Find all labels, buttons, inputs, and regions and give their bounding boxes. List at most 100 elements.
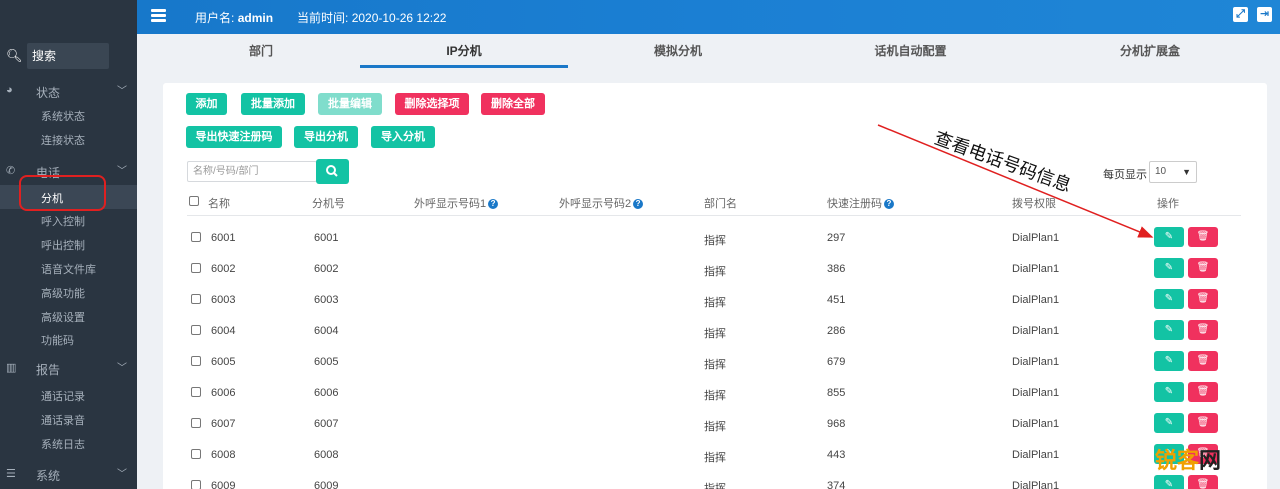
delete-button[interactable]: 🗑︎ [1188, 413, 1218, 433]
cell-dial-permission: DialPlan1 [1012, 325, 1060, 337]
cell-dial-permission: DialPlan1 [1012, 387, 1060, 399]
edit-button[interactable]: ✎ [1154, 351, 1184, 371]
cell-name: 6004 [211, 325, 236, 337]
cell-name: 6009 [211, 480, 236, 489]
row-checkbox[interactable] [191, 325, 201, 335]
dashboard-icon: ◕ [6, 84, 13, 96]
row-checkbox[interactable] [191, 232, 201, 242]
tab-ip-extensions[interactable]: IP分机 [360, 38, 568, 68]
edit-button[interactable]: ✎ [1154, 475, 1184, 489]
sidebar-item-advanced-settings[interactable]: 高级设置 [0, 305, 137, 327]
tab-analog-extensions[interactable]: 模拟分机 [568, 38, 788, 68]
cell-department: 指挥 [704, 328, 726, 340]
edit-button[interactable]: ✎ [1154, 289, 1184, 309]
delete-button[interactable]: 🗑︎ [1188, 320, 1218, 340]
sidebar-item-system-log[interactable]: 系统日志 [0, 432, 137, 454]
row-checkbox[interactable] [191, 387, 201, 397]
edit-button[interactable]: ✎ [1154, 227, 1184, 247]
help-icon[interactable]: ? [884, 199, 894, 210]
table-row: 6008 6008 指挥 443 DialPlan1 ✎ 🗑︎ [163, 441, 1267, 472]
phone-icon: ✆ [6, 165, 16, 177]
sidebar-group-label: 状态 [36, 86, 61, 100]
cell-name: 6008 [211, 449, 236, 461]
sidebar-item-connection-status[interactable]: 连接状态 [0, 128, 137, 150]
edit-button[interactable]: ✎ [1154, 382, 1184, 402]
sidebar-group-system[interactable]: ☰ 系统 ﹀ [0, 462, 137, 486]
row-checkbox[interactable] [191, 294, 201, 304]
row-checkbox[interactable] [191, 449, 201, 459]
batch-edit-button[interactable]: 批量编辑 [318, 93, 382, 115]
col-header-caller-id-1: 外呼显示号码1? [414, 195, 499, 211]
cell-department: 指挥 [704, 359, 726, 371]
sidebar-item-label: 高级设置 [41, 312, 85, 324]
sidebar-group-label: 系统 [36, 469, 61, 483]
pencil-icon: ✎ [1164, 262, 1174, 273]
cell-name: 6007 [211, 418, 236, 430]
import-extensions-button[interactable]: 导入分机 [371, 126, 435, 148]
search-input[interactable]: 名称/号码/部门 [187, 161, 317, 182]
row-checkbox[interactable] [191, 480, 201, 489]
search-button[interactable] [316, 159, 349, 184]
username-label: 用户名: admin [195, 9, 273, 26]
sidebar-item-feature-codes[interactable]: 功能码 [0, 328, 137, 350]
cell-quick-code: 443 [827, 449, 846, 461]
sidebar-item-voice-library[interactable]: 语音文件库 [0, 257, 137, 279]
col-header-label: 快速注册码 [827, 198, 882, 210]
export-quick-codes-button[interactable]: 导出快速注册码 [186, 126, 282, 148]
list-icon: ☰ [6, 468, 16, 480]
row-checkbox[interactable] [191, 356, 201, 366]
sidebar-item-label: 功能码 [41, 335, 74, 347]
tab-extension-box[interactable]: 分机扩展盒 [1033, 38, 1267, 68]
row-checkbox[interactable] [191, 418, 201, 428]
sidebar-item-system-status[interactable]: 系统状态 [0, 104, 137, 126]
cell-dial-permission: DialPlan1 [1012, 263, 1060, 275]
tab-phone-auto-provision[interactable]: 话机自动配置 [788, 38, 1033, 68]
sidebar-item-call-records[interactable]: 通话记录 [0, 384, 137, 406]
per-page-select[interactable]: 10 ▼ [1149, 161, 1197, 183]
select-all-checkbox[interactable] [189, 196, 199, 206]
table-row: 6002 6002 指挥 386 DialPlan1 ✎ 🗑︎ [163, 255, 1267, 286]
menu-icon[interactable] [151, 9, 166, 22]
sidebar-item-advanced-functions[interactable]: 高级功能 [0, 281, 137, 303]
col-header-label: 外呼显示号码2 [559, 198, 632, 210]
delete-all-button[interactable]: 删除全部 [481, 93, 545, 115]
sidebar-item-label: 高级功能 [41, 288, 85, 300]
delete-button[interactable]: 🗑︎ [1188, 475, 1218, 489]
cell-name: 6001 [211, 232, 236, 244]
batch-add-button[interactable]: 批量添加 [241, 93, 305, 115]
edit-button[interactable]: ✎ [1154, 258, 1184, 278]
sidebar-item-outbound-control[interactable]: 呼出控制 [0, 233, 137, 255]
sidebar-item-label: 语音文件库 [41, 264, 96, 276]
help-icon[interactable]: ? [633, 199, 644, 210]
pencil-icon: ✎ [1164, 231, 1174, 242]
chevron-down-icon: ﹀ [117, 86, 127, 97]
sidebar-group-reports[interactable]: ▥ 报告 ﹀ [0, 356, 137, 380]
delete-button[interactable]: 🗑︎ [1188, 227, 1218, 247]
trash-icon: 🗑︎ [1196, 262, 1210, 273]
sidebar-item-inbound-control[interactable]: 呼入控制 [0, 209, 137, 231]
add-button[interactable]: 添加 [186, 93, 227, 115]
sidebar-item-call-recordings[interactable]: 通话录音 [0, 408, 137, 430]
edit-button[interactable]: ✎ [1154, 320, 1184, 340]
logout-icon[interactable]: ⇥ [1257, 7, 1272, 22]
sidebar-search[interactable]: 🔍︎ 搜索 [0, 42, 137, 70]
per-page-value: 10 [1155, 166, 1167, 177]
current-time-label: 当前时间: 2020-10-26 12:22 [297, 9, 446, 26]
delete-button[interactable]: 🗑︎ [1188, 289, 1218, 309]
table-row: 6004 6004 指挥 286 DialPlan1 ✎ 🗑︎ [163, 317, 1267, 348]
delete-button[interactable]: 🗑︎ [1188, 382, 1218, 402]
edit-button[interactable]: ✎ [1154, 413, 1184, 433]
row-checkbox[interactable] [191, 263, 201, 273]
delete-button[interactable]: 🗑︎ [1188, 258, 1218, 278]
cell-quick-code: 374 [827, 480, 846, 489]
tab-departments[interactable]: 部门 [162, 38, 360, 68]
sidebar-group-status[interactable]: ◕ 状态 ﹀ [0, 79, 137, 103]
sidebar-search-box[interactable]: 搜索 [27, 43, 109, 69]
pencil-icon: ✎ [1164, 417, 1174, 428]
fullscreen-icon[interactable]: ⤢ [1233, 7, 1248, 22]
delete-button[interactable]: 🗑︎ [1188, 351, 1218, 371]
help-icon[interactable]: ? [488, 199, 499, 210]
delete-selected-button[interactable]: 删除选择项 [395, 93, 469, 115]
export-extensions-button[interactable]: 导出分机 [294, 126, 358, 148]
cell-quick-code: 297 [827, 232, 846, 244]
